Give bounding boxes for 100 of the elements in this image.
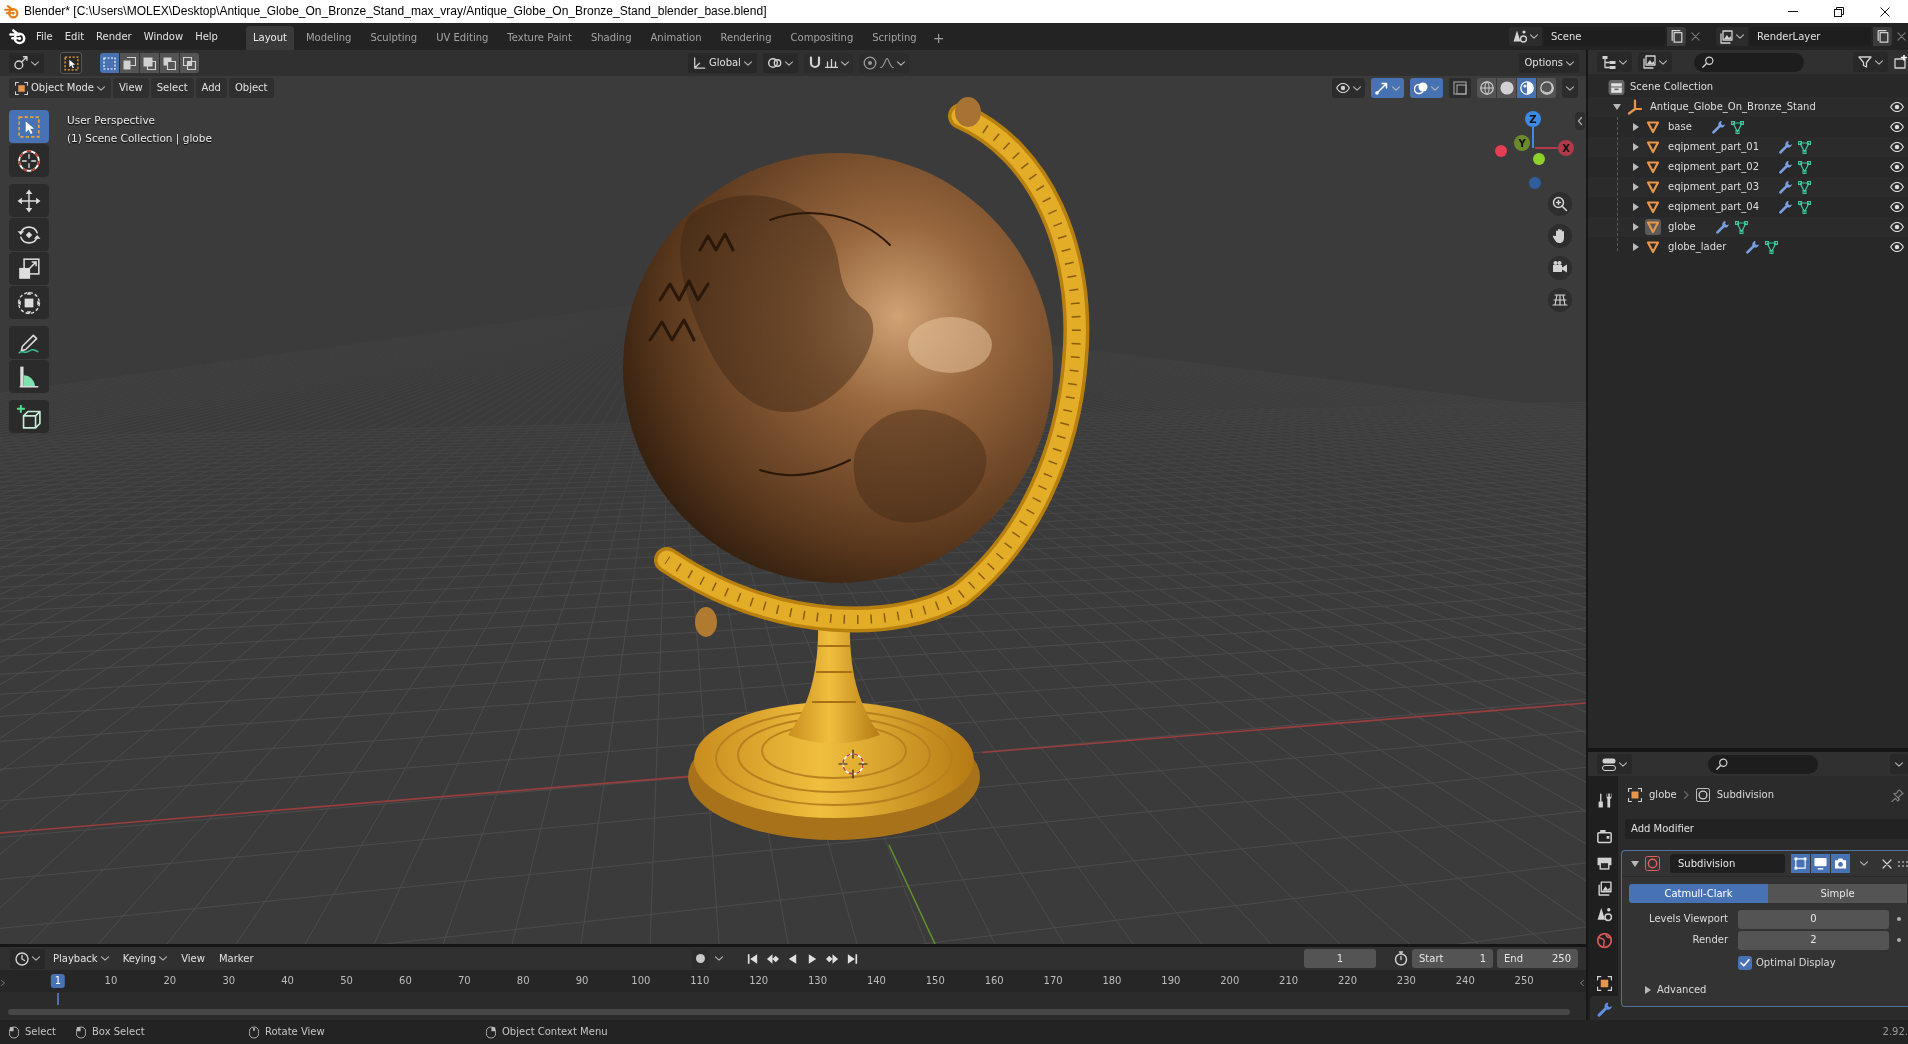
grid-icon[interactable] [1548,288,1572,312]
shading-mode-button[interactable] [1517,78,1536,98]
triangle-icon[interactable] [1645,199,1661,215]
menu-item[interactable]: Edit [58,26,91,47]
drag-handle-icon[interactable] [1898,860,1908,867]
wrench-icon[interactable] [1711,120,1725,134]
new-scene-button[interactable] [1667,27,1686,46]
modifier-name-field[interactable]: Subdivision [1670,854,1785,873]
axis-dot-icon[interactable] [1529,177,1541,189]
editor-type-button[interactable] [10,948,45,969]
mode-dropdown[interactable]: Object Mode [9,78,111,98]
editor-type-button[interactable] [9,53,44,73]
menu-item[interactable]: Render [90,26,138,47]
scene-name-field[interactable]: Scene [1544,27,1665,46]
visibility-dropdown[interactable] [1332,78,1365,98]
modifier-toggle[interactable] [1791,854,1810,873]
expand-arrow-icon[interactable] [1631,860,1639,867]
workspace-tab[interactable]: Texture Paint [500,26,579,50]
tool-button[interactable] [9,360,49,393]
expand-arrow-icon[interactable] [1633,223,1639,231]
selection-mode-button[interactable] [100,53,119,73]
end-frame-field[interactable]: End 250 [1497,949,1578,968]
filter-dropdown[interactable] [1638,52,1672,72]
frame-number[interactable]: 1 [50,974,66,988]
properties-tab[interactable] [1590,996,1618,1020]
expand-arrow-icon[interactable] [1633,123,1639,131]
menu-item[interactable]: View [175,948,211,969]
tool-button[interactable] [9,400,49,433]
checkbox[interactable] [1738,956,1752,970]
number-field[interactable]: 0 [1738,909,1889,929]
workspace-tab[interactable]: Sculpting [363,26,425,50]
wrench-icon[interactable] [1779,160,1792,174]
options-dropdown[interactable] [1890,754,1908,774]
tool-button[interactable] [9,144,49,177]
number-field[interactable]: 2 [1738,930,1889,950]
wrench-icon[interactable] [1779,200,1792,214]
chevron-icon[interactable] [1,980,5,986]
menu-item[interactable]: Marker [212,948,260,969]
menu-item[interactable]: Help [189,26,224,47]
search-field[interactable] [1694,52,1804,72]
axis-handle[interactable]: Y [1514,135,1530,151]
camera-icon[interactable] [1548,256,1572,280]
axes-icon[interactable] [1627,99,1643,115]
view-layer-selector[interactable] [1716,27,1748,46]
shading-mode-button[interactable] [1477,78,1496,98]
expand-arrow-icon[interactable] [1645,986,1651,994]
workspace-tab[interactable]: Layout [245,26,294,50]
eye-icon[interactable] [1890,182,1904,192]
expand-arrow-icon[interactable] [1613,104,1621,110]
proportional-edit-toggle[interactable] [858,53,909,73]
hand-icon[interactable] [1548,224,1572,248]
workspace-tab[interactable]: Compositing [783,26,861,50]
axis-dot-icon[interactable] [1533,153,1545,165]
eye-icon[interactable] [1890,242,1904,252]
wrench-icon[interactable] [1746,240,1760,254]
triangle-icon[interactable] [1645,179,1661,195]
selection-mode-button[interactable] [120,53,139,73]
section-header[interactable]: Advanced [1657,984,1707,996]
subdivision-type-button[interactable]: Catmull-Clark [1629,884,1768,903]
eye-icon[interactable] [1890,142,1904,152]
chevron-icon[interactable] [1575,112,1585,130]
selection-mode-button[interactable] [140,53,159,73]
expand-arrow-icon[interactable] [1633,183,1639,191]
zoom-icon[interactable] [1548,192,1572,216]
options-dropdown[interactable]: Options [1519,53,1579,73]
menu-item[interactable]: Add [195,78,227,98]
editor-type-button[interactable] [1597,754,1632,774]
wrench-icon[interactable] [1779,140,1792,154]
triangle-vertices-icon[interactable] [1734,220,1748,234]
eye-icon[interactable] [1890,162,1904,172]
expand-arrow-icon[interactable] [1633,203,1639,211]
wrench-icon[interactable] [1715,220,1729,234]
current-frame-field[interactable]: 1 [1304,949,1376,968]
modifier-menu-button[interactable] [1860,861,1868,866]
stopwatch-icon[interactable] [1394,951,1408,966]
subdivision-type-button[interactable]: Simple [1768,884,1907,903]
scene-selector[interactable] [1509,27,1542,46]
triangle-icon[interactable] [1645,159,1661,175]
workspace-tab[interactable]: Animation [643,26,709,50]
display-mode-dropdown[interactable] [1597,52,1632,72]
tool-button[interactable] [9,326,49,359]
start-frame-field[interactable]: Start 1 [1412,949,1493,968]
add-modifier-dropdown[interactable]: Add Modifier [1625,819,1908,839]
modifier-toggle[interactable] [1831,854,1850,873]
tool-button[interactable] [9,218,49,251]
triangle-icon[interactable] [1645,139,1661,155]
dot-icon[interactable] [1897,938,1901,942]
expand-arrow-icon[interactable] [1633,163,1639,171]
scrollbar[interactable] [8,1009,1570,1015]
workspace-tab[interactable]: UV Editing [429,26,496,50]
eye-icon[interactable] [1890,122,1904,132]
shading-mode-button[interactable] [1537,78,1556,98]
wrench-icon[interactable] [1779,180,1792,194]
triangle-vertices-icon[interactable] [1730,120,1744,134]
pivot-dropdown[interactable] [762,53,798,73]
dot-icon[interactable] [1897,917,1901,921]
triangle-icon[interactable] [1645,239,1661,255]
overlay-toggle[interactable] [1410,78,1443,98]
filter-options-button[interactable] [1853,52,1888,72]
tool-button[interactable] [9,184,49,217]
